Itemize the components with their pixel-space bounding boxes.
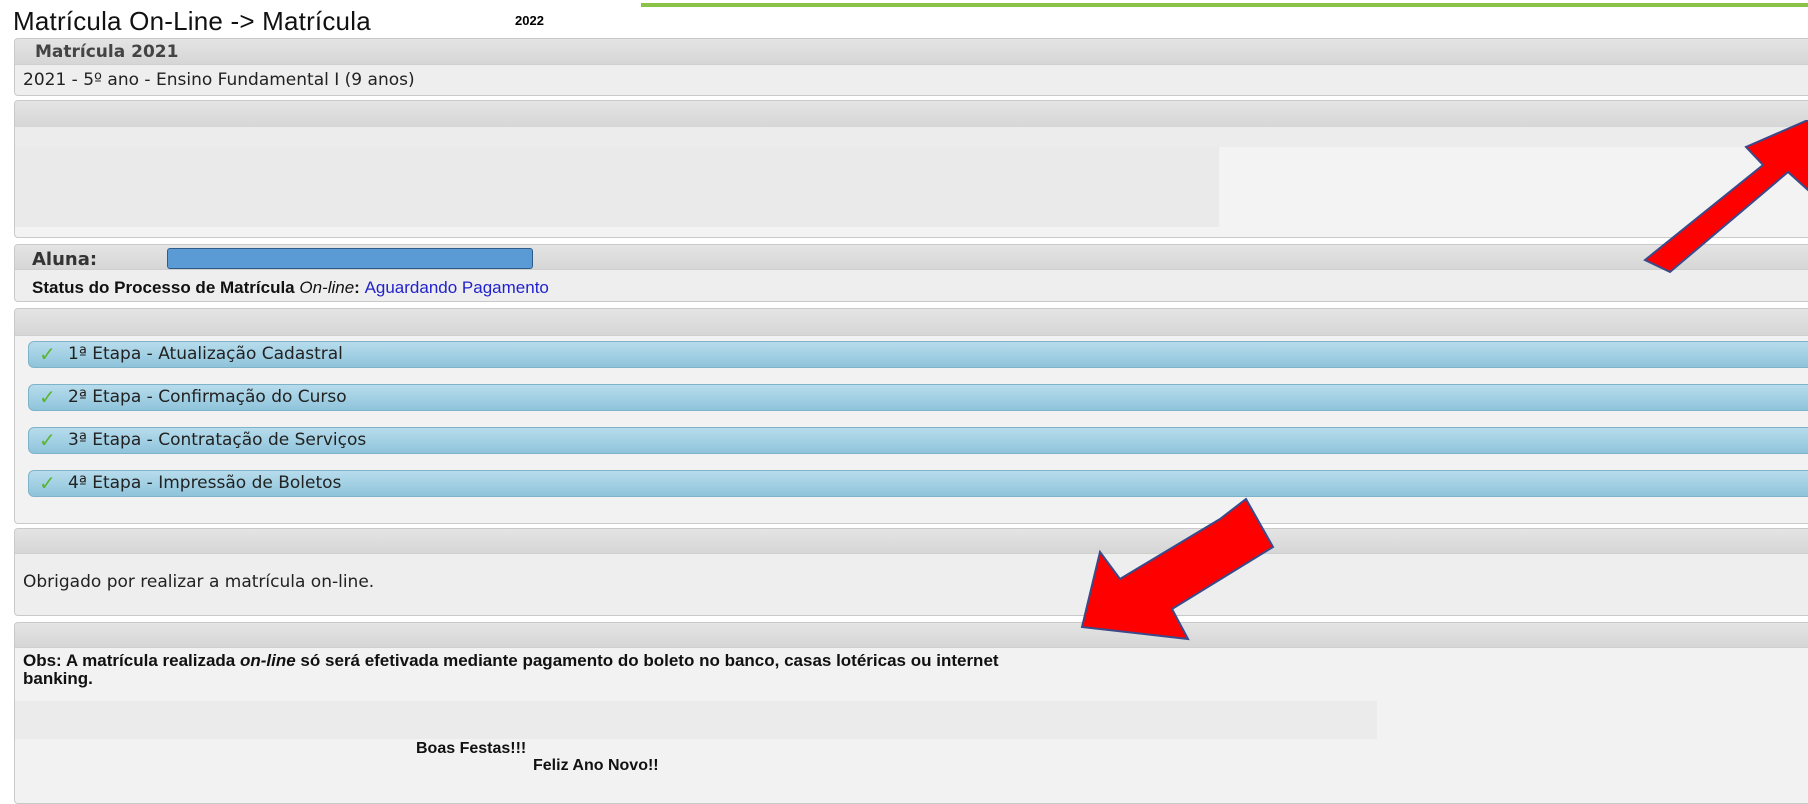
student-panel: Aluna: Status do Processo de Matrícula O…	[14, 244, 1808, 302]
greeting-boas-festas: Boas Festas!!!	[416, 740, 527, 757]
enrollment-panel: Matrícula 2021 2021 - 5º ano - Ensino Fu…	[14, 38, 1808, 96]
step-label: 2ª Etapa - Confirmação do Curso	[68, 387, 347, 407]
notice-panel: Obs: A matrícula realizada on-line só se…	[14, 622, 1808, 804]
info-panel-stripe	[15, 127, 1808, 147]
thanks-panel: Obrigado por realizar a matrícula on-lin…	[14, 528, 1808, 616]
enrollment-panel-header	[15, 39, 1808, 65]
step-label: 4ª Etapa - Impressão de Boletos	[68, 473, 342, 493]
student-name-redacted	[167, 248, 533, 269]
steps-panel: ✓ 1ª Etapa - Atualização Cadastral ✓ 2ª …	[14, 308, 1808, 524]
year-tag: 2022	[496, 0, 641, 38]
annotation-arrow-up-right-icon	[1643, 120, 1808, 274]
notice-panel-header	[15, 623, 1808, 648]
notice-text: Obs: A matrícula realizada on-line só se…	[23, 652, 1343, 688]
obs-online: on-line	[239, 651, 296, 670]
enrollment-status: Status do Processo de Matrícula On-line:…	[32, 278, 549, 298]
greeting-ano-novo: Feliz Ano Novo!!	[533, 757, 659, 774]
student-label: Aluna:	[32, 249, 98, 270]
status-value: Aguardando Pagamento	[364, 278, 549, 297]
thanks-panel-header	[15, 529, 1808, 554]
thanks-message: Obrigado por realizar a matrícula on-lin…	[23, 572, 375, 592]
annotation-arrow-down-left-icon	[1080, 497, 1275, 641]
step-label: 3ª Etapa - Contratação de Serviços	[68, 430, 367, 450]
obs-prefix: Obs: A matrícula realizada	[23, 651, 240, 670]
step-label: 1ª Etapa - Atualização Cadastral	[68, 344, 343, 364]
step-1[interactable]: ✓ 1ª Etapa - Atualização Cadastral	[28, 341, 1808, 368]
obs-line2: banking.	[23, 669, 93, 688]
steps-panel-header	[15, 309, 1808, 336]
check-icon: ✓	[39, 471, 56, 495]
check-icon: ✓	[39, 342, 56, 366]
notice-band	[15, 701, 1377, 739]
enrollment-section-title: Matrícula 2021	[35, 42, 179, 62]
step-2[interactable]: ✓ 2ª Etapa - Confirmação do Curso	[28, 384, 1808, 411]
check-icon: ✓	[39, 385, 56, 409]
page-title: Matrícula On-Line -> Matrícula	[13, 6, 371, 36]
info-panel-header	[15, 101, 1808, 128]
step-3[interactable]: ✓ 3ª Etapa - Contratação de Serviços	[28, 427, 1808, 454]
step-4[interactable]: ✓ 4ª Etapa - Impressão de Boletos	[28, 470, 1808, 497]
top-accent-line	[640, 3, 1808, 7]
check-icon: ✓	[39, 428, 56, 452]
status-colon: :	[354, 278, 365, 297]
year-tag-label: 2022	[515, 13, 544, 28]
info-panel	[14, 100, 1808, 238]
info-panel-content	[15, 147, 1219, 227]
status-prefix: Status do Processo de Matrícula	[32, 278, 300, 297]
obs-line1-rest: só será efetivada mediante pagamento do …	[295, 651, 999, 670]
status-online: On-line	[299, 278, 355, 297]
course-name: 2021 - 5º ano - Ensino Fundamental I (9 …	[23, 70, 415, 90]
